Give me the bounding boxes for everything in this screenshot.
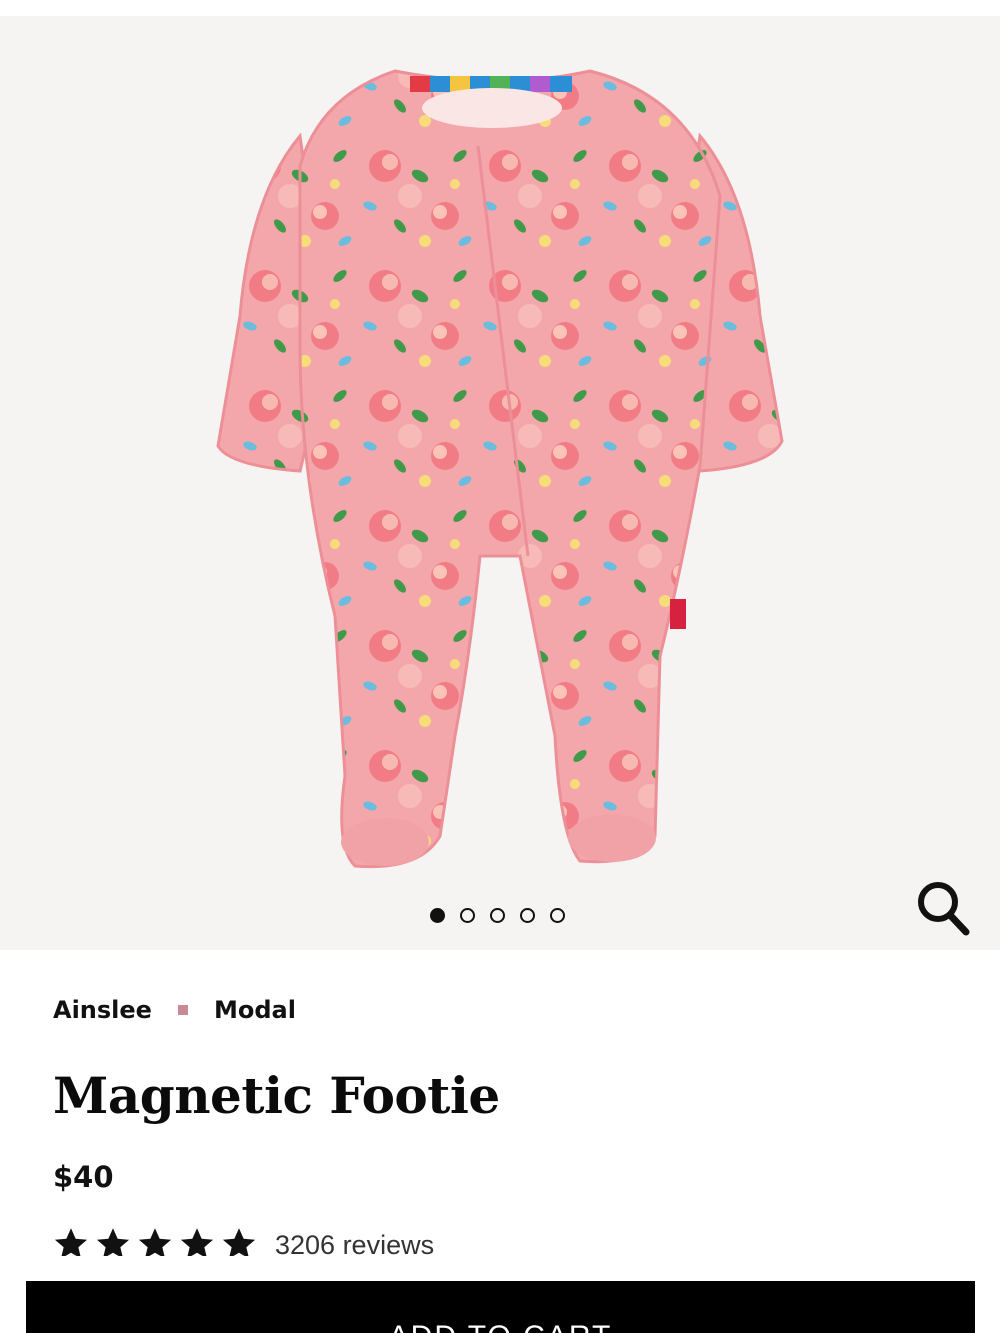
review-count-link[interactable]: 3206 reviews — [275, 1226, 434, 1256]
carousel-dot-2[interactable] — [460, 908, 475, 923]
star-icon — [222, 1228, 256, 1256]
fabric-name: Modal — [213, 996, 296, 1024]
add-to-cart-button[interactable]: ADD TO CART — [26, 1281, 975, 1333]
carousel-pagination — [430, 908, 565, 923]
carousel-dot-4[interactable] — [520, 908, 535, 923]
star-icon — [54, 1228, 88, 1256]
zoom-button[interactable] — [914, 876, 974, 940]
star-icon — [96, 1228, 130, 1256]
product-image-magnetic-footie[interactable] — [0, 16, 1000, 950]
product-image-gallery[interactable] — [0, 16, 1000, 950]
star-icon — [138, 1228, 172, 1256]
meta-separator — [177, 1005, 188, 1015]
search-icon — [918, 882, 970, 936]
product-price: $40 — [53, 1160, 114, 1194]
carousel-dot-1[interactable] — [430, 908, 445, 923]
product-meta: Ainslee Modal — [53, 996, 296, 1024]
star-rating — [53, 1226, 257, 1256]
star-icon — [180, 1228, 214, 1256]
color-name: Ainslee — [53, 996, 152, 1024]
product-title: Magnetic Footie — [53, 1066, 500, 1125]
carousel-dot-5[interactable] — [550, 908, 565, 923]
rating-summary[interactable]: 3206 reviews — [53, 1226, 473, 1256]
carousel-dot-3[interactable] — [490, 908, 505, 923]
